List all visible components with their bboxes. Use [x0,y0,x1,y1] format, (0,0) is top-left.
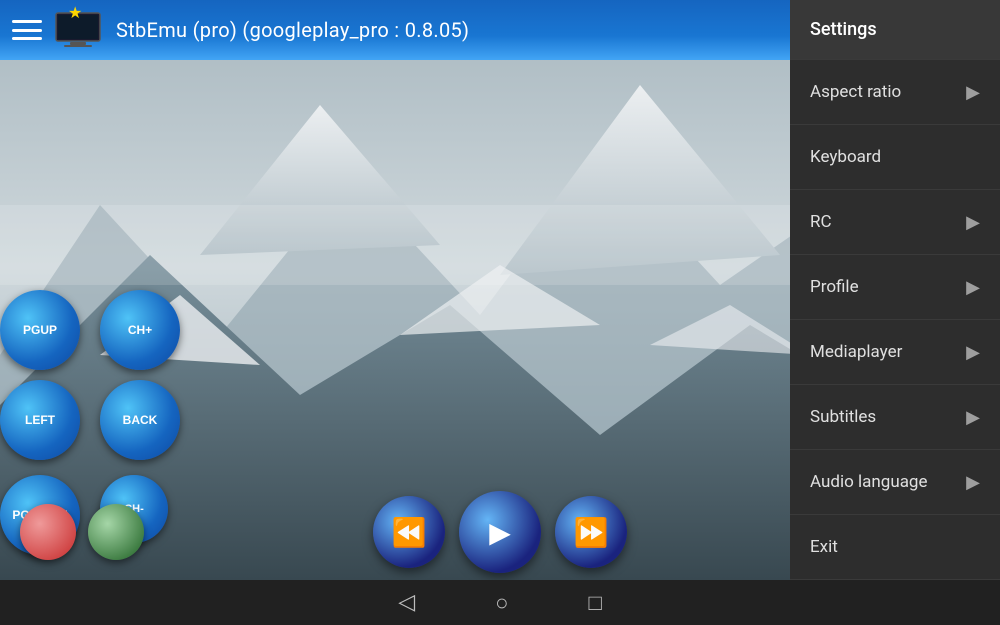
menu-item-subtitles[interactable]: Subtitles ▶ [790,385,1000,450]
rewind-button[interactable]: ⏪ [373,496,445,568]
ch-plus-button[interactable]: CH+ [100,290,180,370]
menu-item-label-keyboard: Keyboard [810,147,881,167]
red-button[interactable] [20,504,76,560]
center-media-buttons: ⏪ ▶ ⏩ [373,491,627,573]
context-menu: Settings Aspect ratio ▶ Keyboard RC ▶ Profile ▶… [790,0,1000,580]
controls-row-2: LEFT BACK [0,380,180,460]
fast-forward-icon: ⏩ [574,516,609,549]
star-icon: ★ [68,3,82,22]
menu-item-audio-language[interactable]: Audio language ▶ [790,450,1000,515]
rewind-icon: ⏪ [392,516,427,549]
nav-bar: ◁ ○ □ [0,580,1000,625]
play-button[interactable]: ▶ [459,491,541,573]
menu-item-arrow-mediaplayer: ▶ [966,342,980,363]
menu-item-label-rc: RC [810,212,832,232]
tv-icon-container: ★ [54,9,102,51]
menu-item-arrow-subtitles: ▶ [966,407,980,428]
menu-item-arrow-audio-language: ▶ [966,472,980,493]
back-nav-icon[interactable]: ◁ [398,590,415,615]
home-nav-icon[interactable]: ○ [495,590,508,616]
play-icon: ▶ [489,516,511,549]
menu-item-label-exit: Exit [810,537,838,557]
controls-row-1: PGUP CH+ [0,290,180,370]
menu-item-label-settings: Settings [810,19,877,40]
green-button[interactable] [88,504,144,560]
menu-item-arrow-rc: ▶ [966,212,980,233]
menu-item-keyboard[interactable]: Keyboard [790,125,1000,190]
menu-item-label-aspect-ratio: Aspect ratio [810,82,901,102]
left-color-buttons [20,504,144,560]
menu-item-profile[interactable]: Profile ▶ [790,255,1000,320]
menu-item-rc[interactable]: RC ▶ [790,190,1000,255]
menu-item-mediaplayer[interactable]: Mediaplayer ▶ [790,320,1000,385]
app-title: StbEmu (pro) (googleplay_pro : 0.8.05) [116,18,469,42]
recents-nav-icon[interactable]: □ [588,590,601,616]
menu-item-label-mediaplayer: Mediaplayer [810,342,902,362]
left-button[interactable]: LEFT [0,380,80,460]
fast-forward-button[interactable]: ⏩ [555,496,627,568]
hamburger-menu-icon[interactable] [12,20,42,40]
menu-item-aspect-ratio[interactable]: Aspect ratio ▶ [790,60,1000,125]
menu-item-arrow-profile: ▶ [966,277,980,298]
menu-item-label-subtitles: Subtitles [810,407,876,427]
menu-item-arrow-aspect-ratio: ▶ [966,82,980,103]
menu-item-label-audio-language: Audio language [810,472,928,492]
menu-item-label-profile: Profile [810,277,859,297]
menu-item-exit[interactable]: Exit [790,515,1000,580]
back-button[interactable]: BACK [100,380,180,460]
pgup-button[interactable]: PGUP [0,290,80,370]
menu-item-settings[interactable]: Settings [790,0,1000,60]
